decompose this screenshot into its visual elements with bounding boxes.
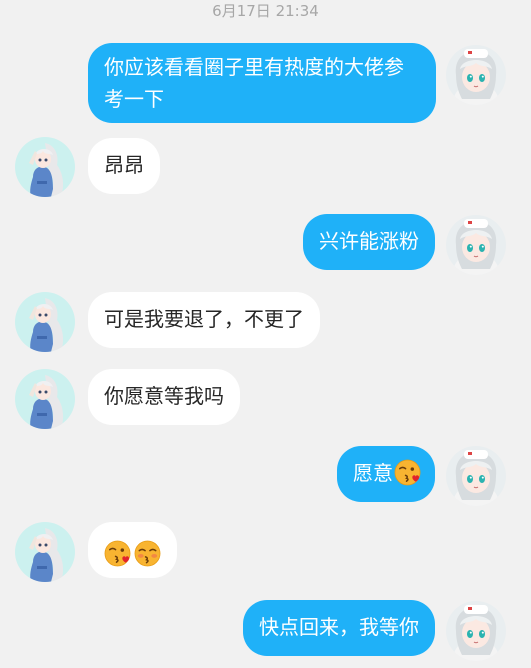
message-bubble-incoming[interactable]: 昂昂 bbox=[88, 138, 160, 194]
message-text: 你应该看看圈子里有热度的大佬参考一下 bbox=[104, 55, 404, 111]
avatar-self[interactable] bbox=[446, 446, 506, 506]
message-bubble-incoming[interactable]: 你愿意等我吗 bbox=[88, 369, 240, 425]
message-bubble-incoming[interactable] bbox=[88, 522, 177, 578]
message-bubble-outgoing[interactable]: 你应该看看圈子里有热度的大佬参考一下 bbox=[88, 43, 436, 123]
avatar-self[interactable] bbox=[446, 215, 506, 275]
chat-timestamp: 6月17日 21:34 bbox=[212, 2, 319, 20]
avatar-friend[interactable] bbox=[15, 369, 75, 429]
kissing-heart-emoji bbox=[104, 540, 131, 567]
message-text: 昂昂 bbox=[104, 153, 144, 177]
avatar-friend[interactable] bbox=[15, 522, 75, 582]
message-text: 你愿意等我吗 bbox=[104, 384, 224, 408]
kissing-heart-emoji bbox=[394, 459, 421, 486]
message-bubble-incoming[interactable]: 可是我要退了，不更了 bbox=[88, 292, 320, 348]
message-text: 愿意 bbox=[353, 461, 393, 485]
message-text: 快点回来，我等你 bbox=[259, 615, 419, 639]
message-text: 兴许能涨粉 bbox=[319, 229, 419, 253]
kissing-closed-eyes-emoji bbox=[134, 540, 161, 567]
avatar-friend[interactable] bbox=[15, 292, 75, 352]
message-bubble-outgoing[interactable]: 快点回来，我等你 bbox=[243, 600, 435, 656]
avatar-self[interactable] bbox=[446, 45, 506, 105]
avatar-friend[interactable] bbox=[15, 137, 75, 197]
avatar-self[interactable] bbox=[446, 601, 506, 661]
message-bubble-outgoing[interactable]: 兴许能涨粉 bbox=[303, 214, 435, 270]
message-text: 可是我要退了，不更了 bbox=[104, 307, 304, 331]
message-bubble-outgoing[interactable]: 愿意 bbox=[337, 446, 435, 502]
